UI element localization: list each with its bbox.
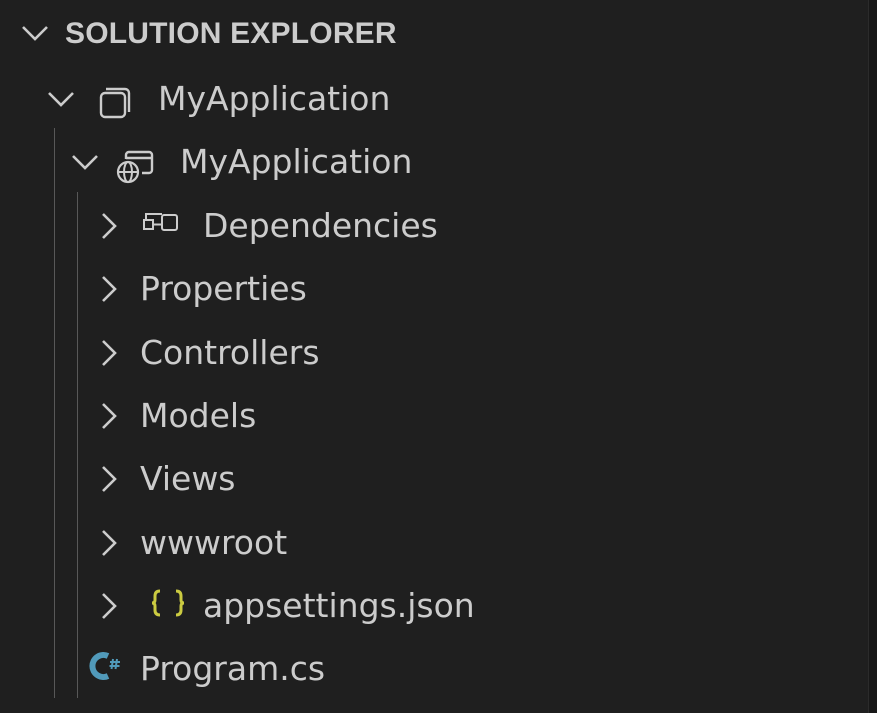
csharp-file-icon — [86, 646, 126, 686]
tree-item-label: appsettings.json — [203, 586, 475, 625]
chevron-right-icon[interactable] — [94, 338, 124, 368]
json-braces-icon — [148, 583, 188, 623]
tree-item-label: Views — [140, 459, 236, 498]
tree-item-controllers[interactable]: Controllers — [0, 322, 868, 385]
solution-icon — [96, 82, 136, 122]
chevron-right-icon[interactable] — [94, 528, 124, 558]
tree-item-label: MyApplication — [158, 79, 391, 118]
tree-item-label: Models — [140, 396, 257, 435]
tree-item-solution[interactable]: MyApplication — [0, 68, 868, 131]
tree-item-appsettings[interactable]: appsettings.json — [0, 575, 868, 638]
tree-item-models[interactable]: Models — [0, 385, 868, 448]
solution-explorer-panel: SOLUTION EXPLORER MyApplication MyApplic… — [0, 0, 868, 713]
tree-item-wwwroot[interactable]: wwwroot — [0, 512, 868, 575]
web-project-icon — [114, 145, 154, 185]
chevron-right-icon[interactable] — [94, 274, 124, 304]
scrollbar-track[interactable] — [868, 0, 877, 713]
dependencies-icon — [140, 205, 180, 245]
tree-item-label: wwwroot — [140, 523, 288, 562]
chevron-right-icon[interactable] — [94, 591, 124, 621]
tree-item-views[interactable]: Views — [0, 448, 868, 511]
panel-title: SOLUTION EXPLORER — [65, 17, 397, 50]
chevron-right-icon[interactable] — [94, 464, 124, 494]
tree-item-label: MyApplication — [180, 142, 413, 181]
chevron-down-icon[interactable] — [46, 84, 76, 114]
tree-item-label: Program.cs — [140, 649, 326, 688]
tree-item-properties[interactable]: Properties — [0, 258, 868, 321]
chevron-right-icon[interactable] — [94, 401, 124, 431]
tree-item-label: Properties — [140, 269, 307, 308]
solution-explorer-header[interactable]: SOLUTION EXPLORER — [0, 0, 868, 68]
tree-item-dependencies[interactable]: Dependencies — [0, 195, 868, 258]
tree-item-label: Dependencies — [203, 206, 438, 245]
chevron-down-icon[interactable] — [20, 18, 50, 48]
tree-item-project[interactable]: MyApplication — [0, 131, 868, 194]
chevron-right-icon[interactable] — [94, 211, 124, 241]
tree-item-program-cs[interactable]: Program.cs — [0, 638, 868, 701]
chevron-down-icon[interactable] — [70, 147, 100, 177]
tree-item-label: Controllers — [140, 333, 320, 372]
